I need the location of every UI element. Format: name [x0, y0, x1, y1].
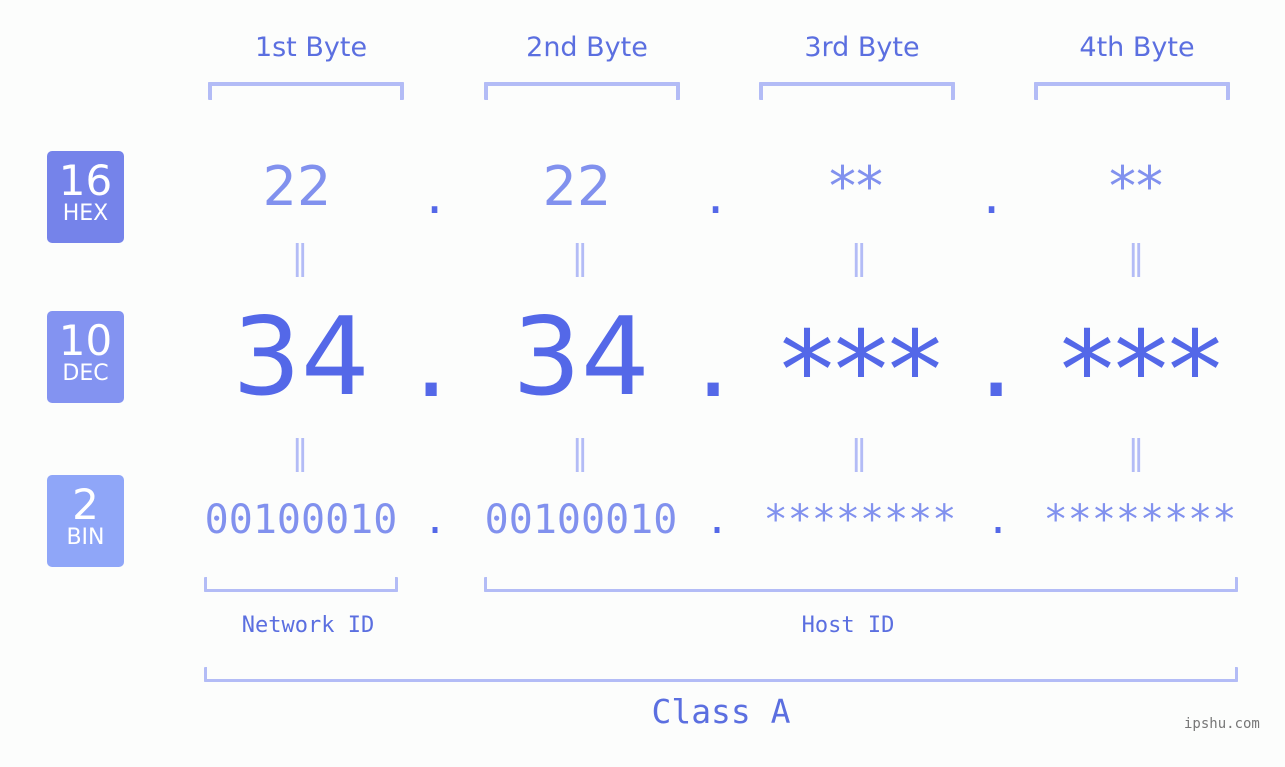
dec-badge-number: 10 — [58, 316, 113, 365]
watermark: ipshu.com — [1184, 716, 1260, 732]
byte-header-2: 2nd Byte — [526, 32, 648, 63]
dec-badge: 10 DEC — [47, 311, 124, 403]
dec-badge-label: DEC — [62, 361, 109, 386]
equals-icon: ‖ — [850, 433, 868, 473]
bin-value-4: ******** — [1043, 497, 1237, 543]
hex-dot-1: . — [426, 163, 444, 226]
equals-icon: ‖ — [1127, 433, 1145, 473]
dec-dot-2: . — [696, 297, 731, 422]
dec-dot-1: . — [414, 297, 449, 422]
byte-bracket-4 — [1034, 82, 1230, 100]
network-id-label: Network ID — [241, 613, 375, 638]
host-id-bracket — [484, 577, 1238, 592]
hex-badge: 16 HEX — [47, 151, 124, 243]
hex-value-1: 22 — [262, 155, 332, 218]
byte-header-1: 1st Byte — [254, 32, 368, 63]
hex-value-4: ** — [1109, 155, 1163, 218]
host-id-label: Host ID — [801, 613, 895, 638]
equals-icon: ‖ — [1127, 238, 1145, 278]
hex-value-2: 22 — [542, 155, 612, 218]
bin-dot-2: . — [705, 497, 730, 543]
hex-badge-label: HEX — [62, 201, 109, 226]
equals-icon: ‖ — [571, 433, 589, 473]
equals-icon: ‖ — [850, 238, 868, 278]
network-id-bracket — [204, 577, 398, 592]
hex-badge-number: 16 — [58, 156, 113, 205]
bin-badge-number: 2 — [72, 480, 99, 529]
bin-value-3: ******** — [763, 497, 957, 543]
equals-icon: ‖ — [571, 238, 589, 278]
byte-bracket-2 — [484, 82, 680, 100]
hex-dot-3: . — [983, 163, 1001, 226]
bin-dot-3: . — [986, 497, 1011, 543]
equals-icon: ‖ — [291, 238, 309, 278]
dec-value-4: *** — [1060, 309, 1222, 434]
bin-value-1: 00100010 — [204, 497, 398, 543]
bin-badge: 2 BIN — [47, 475, 124, 567]
dec-value-3: *** — [780, 309, 942, 434]
bin-value-2: 00100010 — [484, 497, 678, 543]
bin-dot-1: . — [423, 497, 448, 543]
byte-bracket-1 — [208, 82, 404, 100]
byte-header-3: 3rd Byte — [804, 32, 920, 63]
dec-dot-3: . — [979, 297, 1014, 422]
byte-bracket-3 — [759, 82, 955, 100]
equals-icon: ‖ — [291, 433, 309, 473]
class-bracket — [204, 667, 1238, 682]
byte-header-4: 4th Byte — [1079, 32, 1195, 63]
class-label: Class A — [651, 692, 791, 731]
hex-dot-2: . — [707, 163, 725, 226]
bin-badge-label: BIN — [66, 525, 105, 550]
hex-value-3: ** — [829, 155, 883, 218]
dec-value-1: 34 — [232, 295, 370, 420]
dec-value-2: 34 — [512, 295, 650, 420]
